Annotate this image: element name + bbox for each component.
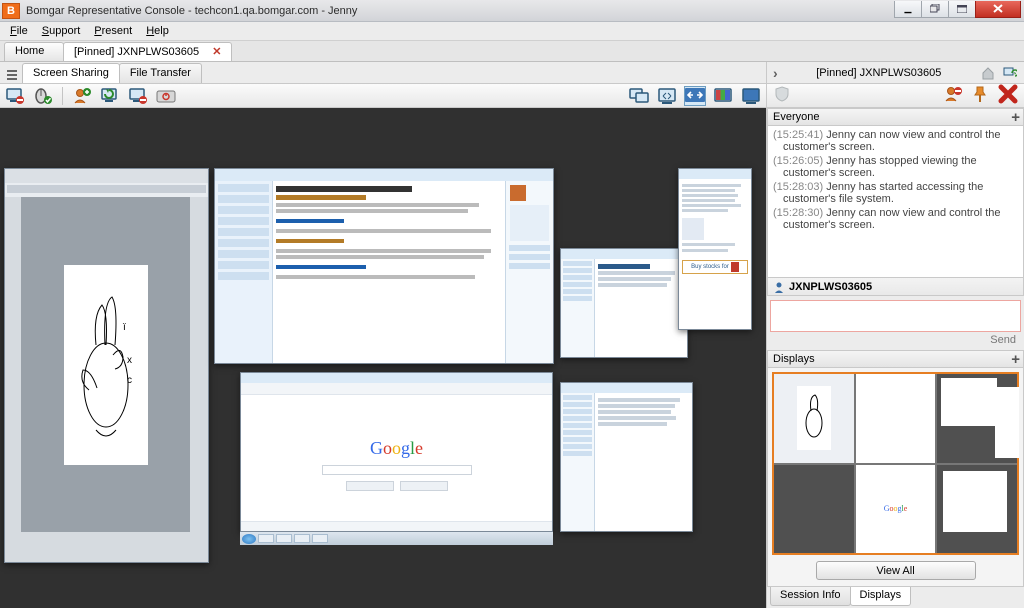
stop-sharing-button[interactable] (4, 86, 26, 106)
displays-panel-header: Displays + (767, 350, 1024, 368)
home-icon[interactable] (980, 65, 996, 81)
svg-text:с: с (127, 375, 132, 386)
chat-input[interactable] (770, 300, 1021, 332)
google-logo: Google (370, 438, 423, 459)
restore-button[interactable] (921, 1, 949, 18)
separator (62, 87, 63, 105)
chat-header-label: Everyone (773, 111, 819, 123)
maximize-button[interactable] (948, 1, 976, 18)
add-user-button[interactable] (71, 86, 93, 106)
session-name: [Pinned] JXNPLWS03605 (784, 67, 974, 79)
display-thumbnails[interactable]: Google (772, 372, 1019, 555)
hand-image: ї х с (71, 285, 141, 445)
tab-file-transfer[interactable]: File Transfer (119, 63, 202, 83)
chat-panel-header: Everyone + (767, 108, 1024, 126)
tab-displays[interactable]: Displays (850, 587, 912, 606)
remote-screen-viewport[interactable]: ї х с (0, 108, 766, 608)
session-subtabs: Screen Sharing File Transfer (0, 62, 766, 84)
menu-bar: File Support Present Help (0, 22, 1024, 41)
select-monitor-button[interactable] (628, 86, 650, 106)
minimize-button[interactable]: ▁ (894, 1, 922, 18)
fullscreen-button[interactable] (740, 86, 762, 106)
send-button[interactable]: Send (990, 334, 1016, 346)
grip-icon (6, 67, 18, 83)
svg-text:х: х (127, 355, 132, 366)
ctrl-alt-del-button[interactable] (155, 86, 177, 106)
view-all-button[interactable]: View All (816, 561, 976, 580)
expand-chat-icon[interactable]: + (1011, 109, 1020, 126)
menu-file[interactable]: File (4, 25, 34, 37)
app-icon: B (2, 3, 20, 19)
remove-user-icon[interactable] (944, 85, 962, 106)
chat-target: JXNPLWS03605 (767, 278, 1024, 296)
session-header: › [Pinned] JXNPLWS03605 (767, 62, 1024, 84)
tab-pinned-session[interactable]: [Pinned] JXNPLWS03605 ✕ (63, 42, 232, 61)
tab-home[interactable]: Home (4, 42, 64, 61)
chat-log: (15:25:41) Jenny can now view and contro… (767, 126, 1024, 278)
screen-sharing-toolbar (0, 84, 766, 108)
scale-to-fit-button[interactable] (656, 86, 678, 106)
expand-displays-icon[interactable]: + (1011, 351, 1020, 368)
close-button[interactable] (975, 1, 1021, 18)
special-actions-button[interactable] (127, 86, 149, 106)
refresh-session-icon[interactable] (1002, 65, 1018, 81)
pin-icon[interactable] (972, 85, 988, 106)
collapse-chevron-icon[interactable]: › (773, 65, 778, 81)
document-tabs: Home [Pinned] JXNPLWS03605 ✕ (0, 41, 1024, 62)
actual-size-button[interactable] (684, 86, 706, 106)
end-session-icon[interactable] (998, 84, 1018, 107)
window-titlebar: B Bomgar Representative Console - techco… (0, 0, 1024, 22)
menu-support[interactable]: Support (36, 25, 87, 37)
menu-help[interactable]: Help (140, 25, 175, 37)
color-quality-button[interactable] (712, 86, 734, 106)
right-bottom-tabs: Session Info Displays (767, 587, 1024, 608)
chat-target-name: JXNPLWS03605 (789, 281, 872, 293)
tab-label: [Pinned] JXNPLWS03605 (74, 46, 199, 58)
svg-text:ї: ї (122, 322, 126, 333)
shield-icon[interactable] (773, 85, 791, 106)
user-icon (773, 281, 785, 293)
mouse-control-button[interactable] (32, 86, 54, 106)
reboot-button[interactable] (99, 86, 121, 106)
displays-header-label: Displays (773, 353, 815, 365)
window-title: Bomgar Representative Console - techcon1… (24, 5, 894, 17)
close-tab-icon[interactable]: ✕ (212, 46, 221, 58)
session-actions-toolbar (767, 84, 1024, 108)
tab-session-info[interactable]: Session Info (770, 587, 851, 606)
tab-screen-sharing[interactable]: Screen Sharing (22, 63, 120, 83)
displays-panel: Google View All (767, 368, 1024, 587)
menu-present[interactable]: Present (88, 25, 138, 37)
